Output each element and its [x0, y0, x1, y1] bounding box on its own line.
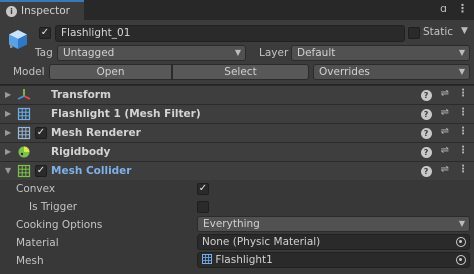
help-icon[interactable]: ? [420, 128, 432, 139]
kebab-menu-icon[interactable]: ⋮ [458, 88, 468, 101]
chevron-down-icon: ▼ [458, 67, 465, 76]
transform-icon [17, 89, 31, 100]
foldout-arrow-icon[interactable]: ▶ [5, 90, 11, 99]
open-button[interactable]: Open [49, 64, 172, 80]
mesh-collider-icon [17, 164, 31, 178]
kebab-menu-icon[interactable]: ⋮ [458, 126, 468, 139]
mesh-field[interactable]: Flashlight1 [197, 252, 470, 268]
layer-label: Layer [259, 47, 289, 59]
object-name-field[interactable]: Flashlight_01 [55, 25, 405, 42]
component-name: Mesh Collider [51, 165, 132, 177]
mesh-renderer-icon [17, 126, 31, 140]
gameobject-cube-icon [9, 30, 27, 49]
settings-sliders-icon[interactable]: ⇌ [441, 126, 449, 139]
info-icon: i [6, 5, 17, 17]
kebab-menu-icon[interactable]: ⋮ [458, 107, 468, 120]
component-name: Transform [51, 89, 111, 101]
component-enabled-checkbox[interactable]: ✓ [35, 165, 47, 177]
convex-checkbox[interactable]: ✓ [197, 183, 209, 195]
tab-inspector[interactable]: i Inspector [0, 0, 84, 20]
component-name: Mesh Renderer [51, 127, 141, 139]
convex-label: Convex [16, 183, 56, 195]
component-mesh-filter[interactable]: ▶ Flashlight 1 (Mesh Filter) ? ⇌ ⋮ [0, 104, 474, 123]
active-checkbox[interactable]: ✓ [39, 27, 51, 39]
cooking-options-dropdown[interactable]: Everything ▼ [197, 216, 470, 232]
gameobject-header: ✓ Flashlight_01 Static ▼ Tag Untagged ▼ L… [0, 20, 474, 85]
help-icon[interactable]: ? [420, 166, 432, 177]
chevron-down-icon: ▼ [234, 48, 241, 57]
help-icon[interactable]: ? [420, 109, 432, 120]
mesh-label: Mesh [16, 255, 44, 267]
foldout-arrow-icon[interactable]: ▶ [5, 147, 11, 156]
tab-title: Inspector [21, 5, 70, 17]
component-name: Rigidbody [51, 146, 111, 158]
cooking-options-label: Cooking Options [16, 219, 103, 231]
select-button[interactable]: Select [172, 64, 309, 80]
component-mesh-renderer[interactable]: ▶ ✓ Mesh Renderer ? ⇌ ⋮ [0, 123, 474, 142]
component-mesh-collider[interactable]: ▼ ✓ Mesh Collider ? ⇌ ⋮ [0, 161, 474, 180]
chevron-down-icon: ▼ [458, 48, 465, 57]
settings-sliders-icon[interactable]: ⇌ [441, 107, 449, 120]
foldout-arrow-icon[interactable]: ▶ [5, 128, 11, 137]
mesh-filter-icon [17, 107, 31, 121]
layer-dropdown[interactable]: Default ▼ [291, 45, 470, 61]
foldout-arrow-icon[interactable]: ▶ [5, 109, 11, 118]
kebab-menu-icon[interactable]: ⋮ [458, 145, 468, 158]
static-dropdown-arrow-icon[interactable]: ▼ [461, 26, 468, 36]
tag-dropdown[interactable]: Untagged ▼ [57, 45, 246, 61]
mesh-collider-properties: Convex ✓ Is Trigger Cooking Options Ever… [0, 180, 474, 274]
settings-sliders-icon[interactable]: ⇌ [441, 164, 449, 177]
help-icon[interactable]: ? [420, 147, 432, 158]
help-icon[interactable]: ? [420, 90, 432, 101]
overrides-dropdown[interactable]: Overrides ▼ [313, 64, 470, 80]
component-name: Flashlight 1 (Mesh Filter) [51, 108, 201, 120]
material-field[interactable]: None (Physic Material) [197, 234, 470, 250]
component-rigidbody[interactable]: ▶ Rigidbody ? ⇌ ⋮ [0, 142, 474, 161]
model-label: Model [13, 66, 45, 78]
component-transform[interactable]: ▶ Transform ? ⇌ ⋮ [0, 85, 474, 104]
settings-sliders-icon[interactable]: ⇌ [441, 145, 449, 158]
is-trigger-checkbox[interactable] [197, 201, 209, 213]
static-checkbox[interactable] [408, 27, 420, 39]
lock-icon[interactable]: ɑ [440, 2, 447, 15]
rigidbody-icon [18, 146, 30, 158]
component-enabled-checkbox[interactable]: ✓ [35, 127, 47, 139]
is-trigger-label: Is Trigger [29, 201, 78, 213]
mesh-icon [202, 254, 212, 264]
foldout-expanded-arrow-icon[interactable]: ▼ [5, 166, 11, 175]
kebab-menu-icon[interactable]: ⋮ [457, 2, 468, 15]
object-picker-icon[interactable] [456, 237, 466, 247]
static-label: Static [423, 26, 454, 38]
settings-sliders-icon[interactable]: ⇌ [441, 88, 449, 101]
object-picker-icon[interactable] [456, 255, 466, 265]
kebab-menu-icon[interactable]: ⋮ [458, 164, 468, 177]
material-label: Material [16, 237, 59, 249]
chevron-down-icon: ▼ [458, 219, 465, 228]
tab-bar: i Inspector ɑ ⋮ [0, 0, 474, 20]
tag-label: Tag [35, 47, 53, 59]
